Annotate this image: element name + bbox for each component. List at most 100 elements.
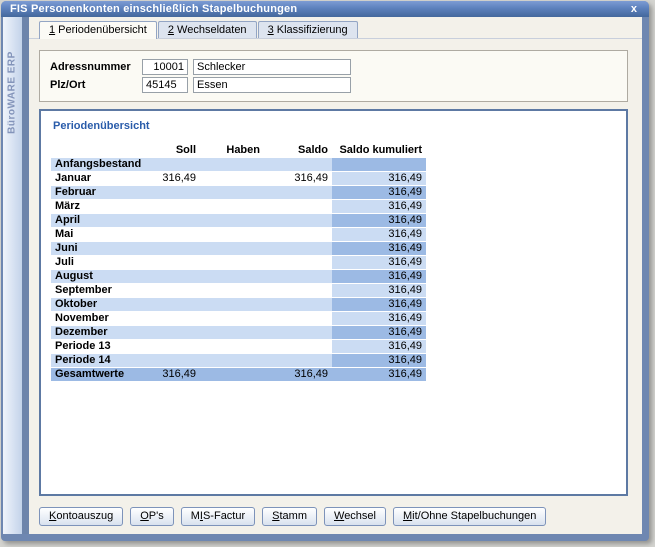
row-value [264, 353, 332, 367]
row-value [264, 269, 332, 283]
footer-buttons: Kontoauszug OP's MIS-Factur Stamm Wechsel Mit… [39, 496, 628, 530]
row-value [148, 199, 200, 213]
table-row[interactable]: August 316,49 [51, 269, 426, 283]
row-label: Anfangsbestand [51, 157, 148, 171]
tab-klassifizierung[interactable]: 3 Klassifizierung [258, 21, 358, 38]
app-window: FIS Personenkonten einschließlich Stapel… [1, 1, 649, 541]
window-title: FIS Personenkonten einschließlich Stapel… [10, 3, 297, 15]
row-value [200, 367, 264, 381]
row-value [148, 227, 200, 241]
row-value: 316,49 [332, 269, 426, 283]
table-header-row: SollHabenSaldoSaldo kumuliert [51, 140, 426, 157]
row-value [148, 325, 200, 339]
footer-button-kontoauszug[interactable]: Kontoauszug [39, 507, 123, 526]
row-value [148, 185, 200, 199]
table-row[interactable]: März 316,49 [51, 199, 426, 213]
row-value [200, 199, 264, 213]
row-value [264, 241, 332, 255]
row-value [264, 157, 332, 171]
close-icon[interactable]: x [631, 2, 637, 16]
row-value: 316,49 [332, 353, 426, 367]
row-value [264, 311, 332, 325]
tab-periodenübersicht[interactable]: 1 Periodenübersicht [39, 21, 157, 39]
row-value [200, 255, 264, 269]
table-row[interactable]: Januar316,49316,49316,49 [51, 171, 426, 185]
row-value [200, 283, 264, 297]
footer-button-op-s[interactable]: OP's [130, 507, 174, 526]
column-header: Soll [148, 140, 200, 157]
row-value [148, 255, 200, 269]
row-label: Oktober [51, 297, 148, 311]
footer-button-mis-factur[interactable]: MIS-Factur [181, 507, 255, 526]
row-label: August [51, 269, 148, 283]
row-value [264, 255, 332, 269]
table-row[interactable]: September316,49 [51, 283, 426, 297]
row-value: 316,49 [332, 325, 426, 339]
period-overview-title: Periodenübersicht [53, 120, 616, 132]
row-label: Mai [51, 227, 148, 241]
row-value [200, 297, 264, 311]
table-row[interactable]: Februar316,49 [51, 185, 426, 199]
row-value [200, 325, 264, 339]
row-value [148, 297, 200, 311]
row-value [200, 227, 264, 241]
row-label: Juli [51, 255, 148, 269]
row-value [264, 339, 332, 353]
row-value: 316,49 [332, 297, 426, 311]
footer-button-mit-ohne-stapelbuchungen[interactable]: Mit/Ohne Stapelbuchungen [393, 507, 546, 526]
row-value [264, 185, 332, 199]
row-label: Juni [51, 241, 148, 255]
row-value: 316,49 [332, 283, 426, 297]
row-value: 316,49 [332, 311, 426, 325]
row-value: 316,49 [332, 213, 426, 227]
form-row-adressnummer: Adressnummer [50, 58, 617, 75]
tab-strip: 1 Periodenübersicht2 Wechseldaten3 Klass… [29, 17, 642, 39]
tab-wechseldaten[interactable]: 2 Wechseldaten [158, 21, 257, 38]
row-value [332, 157, 426, 171]
table-row[interactable]: Anfangsbestand [51, 157, 426, 171]
column-header: Saldo [264, 140, 332, 157]
row-label: April [51, 213, 148, 227]
table-row[interactable]: Juli316,49 [51, 255, 426, 269]
table-row[interactable]: April 316,49 [51, 213, 426, 227]
form-row-plz-ort: Plz/Ort [50, 76, 617, 93]
row-value: 316,49 [332, 227, 426, 241]
row-value [148, 339, 200, 353]
row-value [200, 185, 264, 199]
table-row[interactable]: Mai 316,49 [51, 227, 426, 241]
ort-input[interactable] [193, 77, 351, 93]
window-body: BüroWARE ERP 1 Periodenübersicht2 Wechse… [3, 17, 642, 534]
plz-input[interactable] [142, 77, 188, 93]
adressnummer-label: Adressnummer [50, 61, 142, 73]
name-input[interactable] [193, 59, 351, 75]
row-value [148, 213, 200, 227]
footer-button-stamm[interactable]: Stamm [262, 507, 317, 526]
row-label: Periode 13 [51, 339, 148, 353]
row-value [200, 269, 264, 283]
row-value: 316,49 [148, 171, 200, 185]
tab-content: Adressnummer Plz/Ort Periodenübersicht [29, 39, 642, 534]
row-value [200, 241, 264, 255]
period-table-body: AnfangsbestandJanuar316,49316,49316,49Fe… [51, 157, 426, 381]
row-label: März [51, 199, 148, 213]
table-row[interactable]: November316,49 [51, 311, 426, 325]
table-row[interactable]: Periode 13 316,49 [51, 339, 426, 353]
row-value [200, 213, 264, 227]
period-overview-panel: Periodenübersicht SollHabenSaldoSaldo ku… [39, 109, 628, 496]
row-label: Januar [51, 171, 148, 185]
table-row[interactable]: Periode 14316,49 [51, 353, 426, 367]
row-value: 316,49 [332, 171, 426, 185]
row-value: 316,49 [332, 339, 426, 353]
row-value [148, 311, 200, 325]
row-value [200, 171, 264, 185]
adressnummer-input[interactable] [142, 59, 188, 75]
column-header [51, 140, 148, 157]
table-row[interactable]: Dezember316,49 [51, 325, 426, 339]
table-row[interactable]: Oktober 316,49 [51, 297, 426, 311]
period-table: SollHabenSaldoSaldo kumuliert Anfangsbes… [51, 140, 426, 382]
footer-button-wechsel[interactable]: Wechsel [324, 507, 386, 526]
row-value: 316,49 [332, 199, 426, 213]
row-value [264, 227, 332, 241]
table-row[interactable]: Juni316,49 [51, 241, 426, 255]
table-total-row[interactable]: Gesamtwerte316,49316,49316,49 [51, 367, 426, 381]
